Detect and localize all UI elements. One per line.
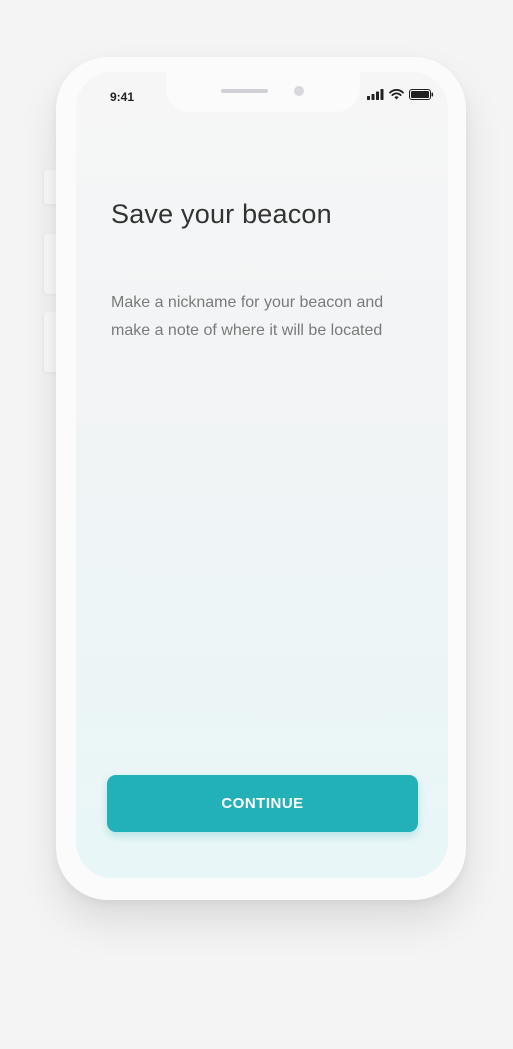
- signal-icon: [367, 89, 384, 100]
- notch: [166, 72, 360, 112]
- page-title: Save your beacon: [111, 199, 332, 229]
- canvas: 9:41 Save your beacon Make a nickname fo…: [0, 0, 513, 1049]
- wifi-icon: [389, 89, 404, 100]
- status-time: 9:41: [110, 90, 135, 104]
- description-text: Make a nickname for your beacon and make…: [111, 294, 384, 339]
- battery-icon: [409, 89, 434, 100]
- front-camera: [294, 86, 304, 96]
- continue-button[interactable]: CONTINUE: [107, 775, 418, 832]
- status-icons: [367, 88, 434, 100]
- speaker: [221, 89, 268, 93]
- phone-screen: 9:41 Save your beacon Make a nickname fo…: [76, 72, 448, 878]
